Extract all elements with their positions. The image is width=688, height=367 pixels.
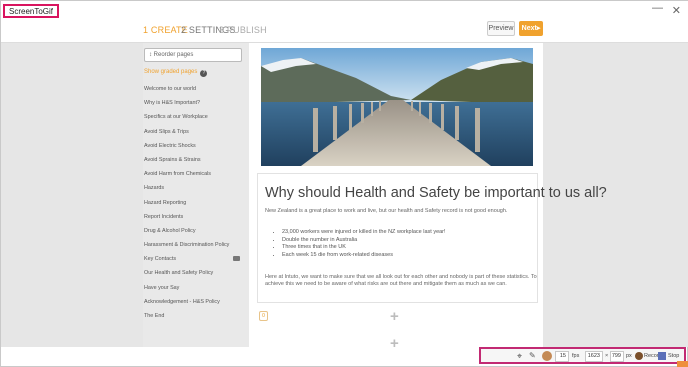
preview-button[interactable]: Preview [487,21,515,36]
list-item: Double the number in Australia [282,237,446,245]
list-item[interactable]: Drug & Alcohol Policy [144,226,244,240]
list-item: Three times that in the UK [282,244,446,252]
list-item[interactable]: Harassment & Discrimination Policy [144,240,244,254]
stop-icon[interactable] [658,352,666,360]
show-graded-pages-link[interactable]: Show graded pages? [144,69,208,77]
crosshair-icon[interactable]: ⌖ [517,351,522,362]
list-item[interactable]: Our Health and Safety Policy [144,268,244,282]
record-icon[interactable] [635,352,643,360]
list-item[interactable]: Avoid Slips & Trips [144,127,244,141]
minimize-icon[interactable]: — [652,2,663,14]
list-item[interactable]: Specifics at our Workplace [144,112,244,126]
times-symbol: × [605,353,609,359]
list-item[interactable]: Welcome to our world [144,84,244,98]
add-block-icon[interactable]: + [390,309,399,324]
brush-icon[interactable]: ✎ [529,351,536,360]
list-item[interactable]: Avoid Electric Shocks [144,141,244,155]
list-item[interactable]: Hazards [144,183,244,197]
statistics-list: 23,000 workers were injured or killed in… [273,229,446,259]
reorder-pages-button[interactable]: ↕ Reorder pages [144,48,242,62]
list-item[interactable]: Avoid Harm from Chemicals [144,169,244,183]
list-item[interactable]: Why is H&S Important? [144,98,244,112]
page-heading: Why should Health and Safety be importan… [265,185,607,201]
width-input[interactable]: 1623 [585,351,603,362]
list-item[interactable]: Have your Say [144,283,244,297]
list-item[interactable]: Acknowledgement - H&S Policy [144,297,244,311]
list-item[interactable]: Report Incidents [144,212,244,226]
comment-count-badge[interactable]: 0 [259,311,268,321]
list-item[interactable]: Avoid Sprains & Strains [144,155,244,169]
app-window: ScreenToGif — ✕ 1 CREATE 2 SETTINGS 3 PU… [0,0,688,367]
list-item: 23,000 workers were injured or killed in… [282,229,446,237]
page-list: Welcome to our world Why is H&S Importan… [144,84,244,325]
list-item[interactable]: Hazard Reporting [144,198,244,212]
title-bar: ScreenToGif — ✕ [1,1,688,19]
px-label: px [626,353,632,359]
fps-label: fps [572,353,580,359]
screentogif-logo: ScreenToGif [3,4,60,18]
next-button[interactable]: Next▸ [519,21,543,36]
comment-icon [233,256,240,262]
cursor-capture-icon[interactable] [542,351,552,361]
list-item[interactable]: The End [144,311,244,325]
list-item: Each week 15 die from work-related disea… [282,252,446,260]
height-input[interactable]: 799 [610,351,624,362]
recorder-toolbar: ⌖ ✎ 15 fps 1623 × 799 px Record Stop [479,347,686,364]
intro-paragraph: New Zealand is a great place to work and… [265,208,508,214]
list-item[interactable]: Key Contacts [144,254,244,268]
fps-input[interactable]: 15 [555,351,569,362]
outro-paragraph: Here at Intuto, we want to make sure tha… [265,274,537,288]
close-icon[interactable]: ✕ [672,4,681,17]
help-icon[interactable]: ? [200,70,208,77]
hero-image-lake-pier[interactable] [261,48,533,166]
stop-button[interactable]: Stop [668,353,679,359]
step-navigation: 1 CREATE 2 SETTINGS 3 PUBLISH Preview Ne… [1,19,688,43]
add-page-icon[interactable]: + [390,336,399,351]
step-publish[interactable]: 3 PUBLISH [219,25,267,35]
corner-accent [677,361,688,367]
